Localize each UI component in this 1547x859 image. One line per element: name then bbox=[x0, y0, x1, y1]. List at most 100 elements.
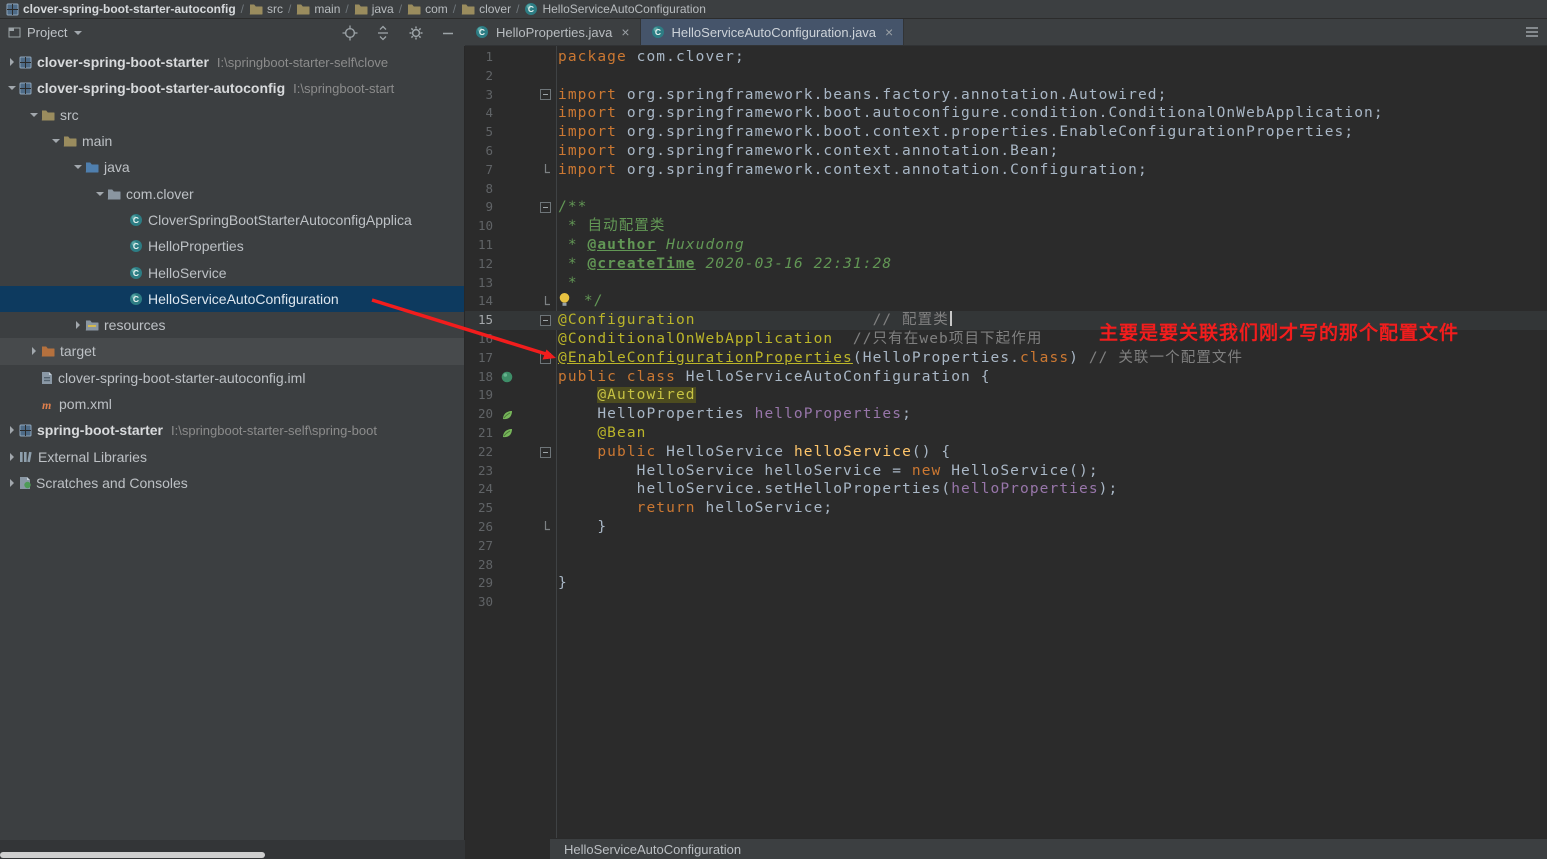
chevron-down-icon[interactable] bbox=[4, 83, 19, 93]
breadcrumb-item[interactable]: clover-spring-boot-starter-autoconfig bbox=[4, 2, 238, 16]
chevron-down-icon[interactable] bbox=[73, 28, 83, 38]
code-line[interactable]: 28 bbox=[465, 556, 1547, 575]
code-line[interactable]: 13 * bbox=[465, 274, 1547, 293]
breadcrumb-item[interactable]: java bbox=[352, 2, 396, 16]
tree-item[interactable]: CHelloService bbox=[0, 259, 464, 285]
tree-item-label: HelloServiceAutoConfiguration bbox=[148, 291, 339, 307]
code-line[interactable]: 9/** bbox=[465, 198, 1547, 217]
code-line[interactable]: 17@EnableConfigurationProperties(HelloPr… bbox=[465, 349, 1547, 368]
tree-item[interactable]: Scratches and Consoles bbox=[0, 470, 464, 496]
code-line[interactable]: 29} bbox=[465, 574, 1547, 593]
close-icon[interactable]: × bbox=[885, 25, 893, 39]
fold-end-icon[interactable] bbox=[523, 296, 556, 308]
fold-minus-icon[interactable] bbox=[523, 202, 556, 213]
project-tree-hscrollbar[interactable] bbox=[0, 840, 465, 859]
tree-item[interactable]: CHelloServiceAutoConfiguration bbox=[0, 286, 464, 312]
chevron-down-icon[interactable] bbox=[92, 189, 107, 199]
breadcrumb-item[interactable]: CHelloServiceAutoConfiguration bbox=[522, 2, 707, 16]
tree-item[interactable]: mpom.xml bbox=[0, 391, 464, 417]
breadcrumb-class[interactable]: HelloServiceAutoConfiguration bbox=[564, 842, 741, 857]
project-panel-title[interactable]: Project bbox=[27, 25, 67, 40]
code-line[interactable]: 19 @Autowired bbox=[465, 386, 1547, 405]
fold-minus-icon[interactable] bbox=[523, 315, 556, 326]
tree-item[interactable]: com.clover bbox=[0, 180, 464, 206]
close-icon[interactable]: × bbox=[621, 25, 629, 39]
tree-item[interactable]: main bbox=[0, 128, 464, 154]
code-line[interactable]: 3import org.springframework.beans.factor… bbox=[465, 86, 1547, 105]
fold-minus-icon[interactable] bbox=[523, 353, 556, 364]
code-line[interactable]: 2 bbox=[465, 67, 1547, 86]
code-line[interactable]: 5import org.springframework.boot.context… bbox=[465, 123, 1547, 142]
tree-item[interactable]: CCloverSpringBootStarterAutoconfigApplic… bbox=[0, 207, 464, 233]
line-number: 13 bbox=[465, 274, 493, 293]
code-line[interactable]: 14 */ bbox=[465, 292, 1547, 311]
chevron-down-icon[interactable] bbox=[48, 136, 63, 146]
fold-minus-icon[interactable] bbox=[523, 89, 556, 100]
tree-item[interactable]: clover-spring-boot-starterI:\springboot-… bbox=[0, 49, 464, 75]
tree-item[interactable]: clover-spring-boot-starter-autoconfig.im… bbox=[0, 365, 464, 391]
code-line[interactable]: 25 return helloService; bbox=[465, 499, 1547, 518]
editor[interactable]: 1package com.clover;23import org.springf… bbox=[465, 46, 1547, 838]
fold-end-icon[interactable] bbox=[523, 164, 556, 176]
collapse-all-icon[interactable] bbox=[375, 25, 391, 41]
code-line[interactable]: 30 bbox=[465, 593, 1547, 612]
code-line[interactable]: 18public class HelloServiceAutoConfigura… bbox=[465, 368, 1547, 387]
project-tree: clover-spring-boot-starterI:\springboot-… bbox=[0, 46, 465, 840]
code-line[interactable]: 7import org.springframework.context.anno… bbox=[465, 161, 1547, 180]
tree-item[interactable]: External Libraries bbox=[0, 443, 464, 469]
tree-item[interactable]: clover-spring-boot-starter-autoconfigI:\… bbox=[0, 75, 464, 101]
chevron-right-icon[interactable] bbox=[70, 320, 85, 330]
chevron-right-icon[interactable] bbox=[26, 346, 41, 356]
code-line[interactable]: 27 bbox=[465, 537, 1547, 556]
minimize-icon[interactable] bbox=[441, 26, 455, 40]
code-line[interactable]: 20 HelloProperties helloProperties; bbox=[465, 405, 1547, 424]
editor-tab[interactable]: CHelloProperties.java× bbox=[465, 19, 641, 45]
code-line[interactable]: 21 @Bean bbox=[465, 424, 1547, 443]
breadcrumb-item[interactable]: main bbox=[294, 2, 342, 16]
code-line[interactable]: 4import org.springframework.boot.autocon… bbox=[465, 104, 1547, 123]
tree-item[interactable]: spring-boot-starterI:\springboot-starter… bbox=[0, 417, 464, 443]
breadcrumb-item[interactable]: com bbox=[405, 2, 450, 16]
chevron-right-icon[interactable] bbox=[4, 452, 19, 462]
breadcrumb-item[interactable]: clover bbox=[459, 2, 513, 16]
code-line[interactable]: 6import org.springframework.context.anno… bbox=[465, 142, 1547, 161]
folder-icon bbox=[461, 3, 475, 15]
leaf-gutter-icon[interactable] bbox=[493, 427, 523, 439]
project-tool-icon bbox=[8, 26, 21, 39]
chevron-right-icon[interactable] bbox=[4, 425, 19, 435]
chevron-down-icon[interactable] bbox=[70, 162, 85, 172]
code-line[interactable]: 24 helloService.setHelloProperties(hello… bbox=[465, 480, 1547, 499]
chevron-right-icon[interactable] bbox=[4, 478, 19, 488]
bean-gutter-icon[interactable] bbox=[493, 371, 523, 383]
tree-item[interactable]: java bbox=[0, 154, 464, 180]
code-line[interactable]: 12 * @createTime 2020-03-16 22:31:28 bbox=[465, 255, 1547, 274]
scrollbar-thumb[interactable] bbox=[0, 852, 265, 858]
tree-item[interactable]: src bbox=[0, 102, 464, 128]
code-line[interactable]: 10 * 自动配置类 bbox=[465, 217, 1547, 236]
fold-end-icon[interactable] bbox=[523, 521, 556, 533]
code-line[interactable]: 16@ConditionalOnWebApplication //只有在web项… bbox=[465, 330, 1547, 349]
tree-item[interactable]: CHelloProperties bbox=[0, 233, 464, 259]
editor-tab[interactable]: CHelloServiceAutoConfiguration.java× bbox=[641, 19, 905, 45]
locate-icon[interactable] bbox=[342, 25, 358, 41]
fold-minus-icon[interactable] bbox=[523, 447, 556, 458]
chevron-right-icon[interactable] bbox=[4, 57, 19, 67]
leaf-gutter-icon[interactable] bbox=[493, 409, 523, 421]
code-line[interactable]: 22 public HelloService helloService() { bbox=[465, 443, 1547, 462]
line-number: 20 bbox=[465, 405, 493, 424]
code-line[interactable]: 1package com.clover; bbox=[465, 48, 1547, 67]
tabs-menu-icon[interactable] bbox=[1525, 19, 1547, 45]
gear-icon[interactable] bbox=[408, 25, 424, 41]
code-line[interactable]: 11 * @author Huxudong bbox=[465, 236, 1547, 255]
code-line[interactable]: 23 HelloService helloService = new Hello… bbox=[465, 462, 1547, 481]
line-number: 26 bbox=[465, 518, 493, 537]
code-line[interactable]: 26 } bbox=[465, 518, 1547, 537]
tree-item[interactable]: resources bbox=[0, 312, 464, 338]
code-line[interactable]: 15@Configuration // 配置类 bbox=[465, 311, 1547, 330]
intention-bulb-icon[interactable] bbox=[558, 292, 571, 307]
breadcrumb-item[interactable]: src bbox=[247, 2, 285, 16]
chevron-down-icon[interactable] bbox=[26, 110, 41, 120]
code-text: import org.springframework.context.annot… bbox=[556, 161, 1148, 180]
code-line[interactable]: 8 bbox=[465, 180, 1547, 199]
tree-item[interactable]: target bbox=[0, 338, 464, 364]
